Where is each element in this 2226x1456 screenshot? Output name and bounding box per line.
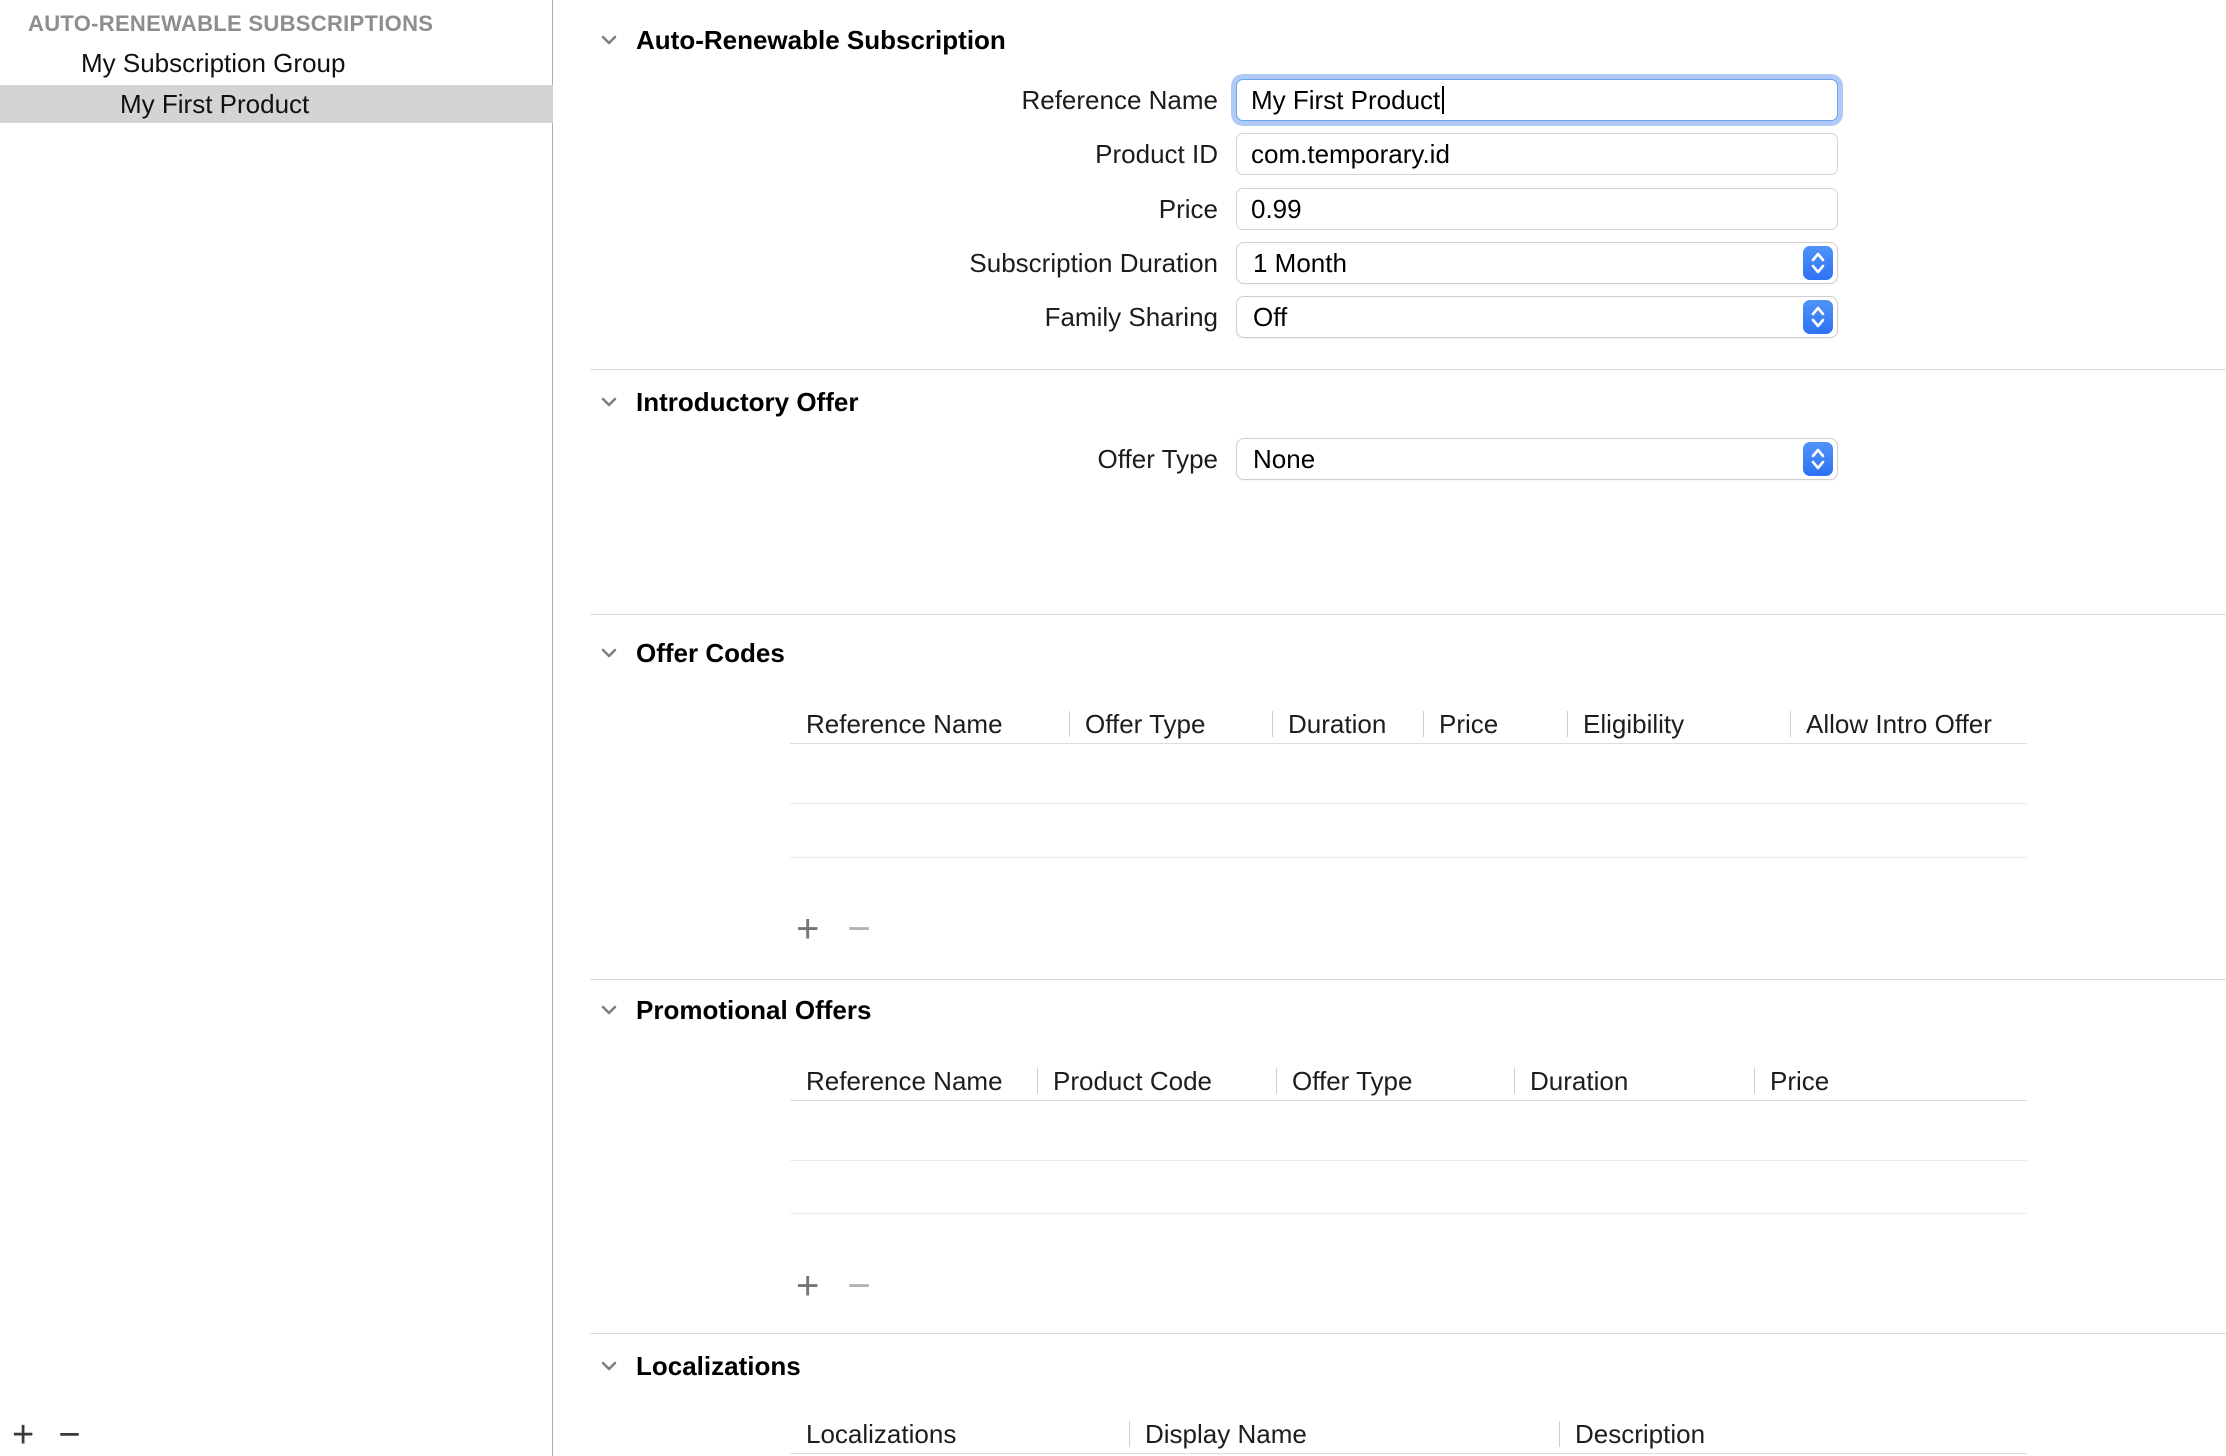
add-icon[interactable]: + — [796, 1265, 819, 1307]
reference-name-label: Reference Name — [618, 82, 1218, 118]
section-header-promotional-offers: Promotional Offers — [596, 994, 871, 1026]
subscription-duration-popup[interactable]: 1 Month — [1236, 242, 1838, 284]
family-sharing-popup[interactable]: Off — [1236, 296, 1838, 338]
section-header-introductory-offer: Introductory Offer — [596, 386, 858, 418]
section-title: Auto-Renewable Subscription — [636, 25, 1006, 56]
offer-type-popup[interactable]: None — [1236, 438, 1838, 480]
section-title: Promotional Offers — [636, 995, 871, 1026]
table-row — [790, 1160, 2027, 1161]
popup-stepper-icon — [1803, 246, 1833, 280]
remove-icon[interactable]: − — [58, 1414, 80, 1456]
product-id-label: Product ID — [618, 136, 1218, 172]
chevron-down-icon[interactable] — [596, 27, 622, 53]
family-sharing-label: Family Sharing — [618, 299, 1218, 335]
sidebar-item-subscription-group[interactable]: My Subscription Group — [0, 44, 553, 82]
remove-icon[interactable]: − — [847, 1265, 870, 1307]
column-header: Price — [1423, 704, 1567, 743]
offer-type-value: None — [1253, 444, 1315, 474]
popup-stepper-icon — [1803, 442, 1833, 476]
add-icon[interactable]: + — [12, 1414, 34, 1456]
popup-stepper-icon — [1803, 300, 1833, 334]
section-title: Offer Codes — [636, 638, 785, 669]
storekit-editor-window: AUTO-RENEWABLE SUBSCRIPTIONS My Subscrip… — [0, 0, 2226, 1456]
sidebar: AUTO-RENEWABLE SUBSCRIPTIONS My Subscrip… — [0, 0, 553, 1456]
section-header-subscription: Auto-Renewable Subscription — [596, 24, 1006, 56]
section-divider — [590, 614, 2226, 615]
column-header: Description — [1559, 1414, 2027, 1453]
section-title: Localizations — [636, 1351, 801, 1382]
price-input[interactable] — [1236, 188, 1838, 230]
chevron-down-icon[interactable] — [596, 1353, 622, 1379]
section-divider — [590, 369, 2226, 370]
section-divider — [590, 1333, 2226, 1334]
offer-type-label: Offer Type — [618, 441, 1218, 477]
remove-icon[interactable]: − — [847, 908, 870, 950]
reference-name-value: My First Product — [1251, 85, 1440, 115]
sidebar-section-header: AUTO-RENEWABLE SUBSCRIPTIONS — [28, 11, 433, 37]
table-row — [790, 803, 2027, 804]
add-icon[interactable]: + — [796, 908, 819, 950]
chevron-down-icon[interactable] — [596, 640, 622, 666]
column-header: Reference Name — [790, 1061, 1037, 1100]
column-header: Display Name — [1129, 1414, 1559, 1453]
product-id-input[interactable] — [1236, 133, 1838, 175]
localizations-table-header: Localizations Display Name Description — [790, 1414, 2027, 1454]
column-header: Duration — [1514, 1061, 1754, 1100]
sidebar-item-my-first-product[interactable]: My First Product — [0, 85, 553, 123]
sidebar-footer-controls: + − — [12, 1414, 80, 1456]
offer-codes-controls: + − — [796, 908, 871, 950]
family-sharing-value: Off — [1253, 302, 1287, 332]
section-title: Introductory Offer — [636, 387, 858, 418]
subscription-duration-value: 1 Month — [1253, 248, 1347, 278]
column-header: Allow Intro Offer — [1790, 704, 2027, 743]
column-header: Offer Type — [1276, 1061, 1514, 1100]
promotional-offers-table-header: Reference Name Product Code Offer Type D… — [790, 1061, 2027, 1101]
column-header: Price — [1754, 1061, 2027, 1100]
column-header: Offer Type — [1069, 704, 1272, 743]
text-caret — [1442, 86, 1444, 114]
chevron-down-icon[interactable] — [596, 389, 622, 415]
price-label: Price — [618, 191, 1218, 227]
promotional-offers-controls: + − — [796, 1265, 871, 1307]
sidebar-item-label: My Subscription Group — [81, 48, 345, 78]
column-header: Product Code — [1037, 1061, 1276, 1100]
sidebar-item-label: My First Product — [120, 89, 309, 119]
section-divider — [590, 979, 2226, 980]
table-row — [790, 1213, 2027, 1214]
reference-name-input[interactable]: My First Product — [1236, 79, 1838, 121]
column-header: Duration — [1272, 704, 1423, 743]
column-header: Reference Name — [790, 704, 1069, 743]
section-header-localizations: Localizations — [596, 1350, 801, 1382]
chevron-down-icon[interactable] — [596, 997, 622, 1023]
offer-codes-table-header: Reference Name Offer Type Duration Price… — [790, 704, 2027, 744]
section-header-offer-codes: Offer Codes — [596, 637, 785, 669]
table-row — [790, 857, 2027, 858]
column-header: Localizations — [790, 1414, 1129, 1453]
subscription-duration-label: Subscription Duration — [618, 245, 1218, 281]
column-header: Eligibility — [1567, 704, 1790, 743]
